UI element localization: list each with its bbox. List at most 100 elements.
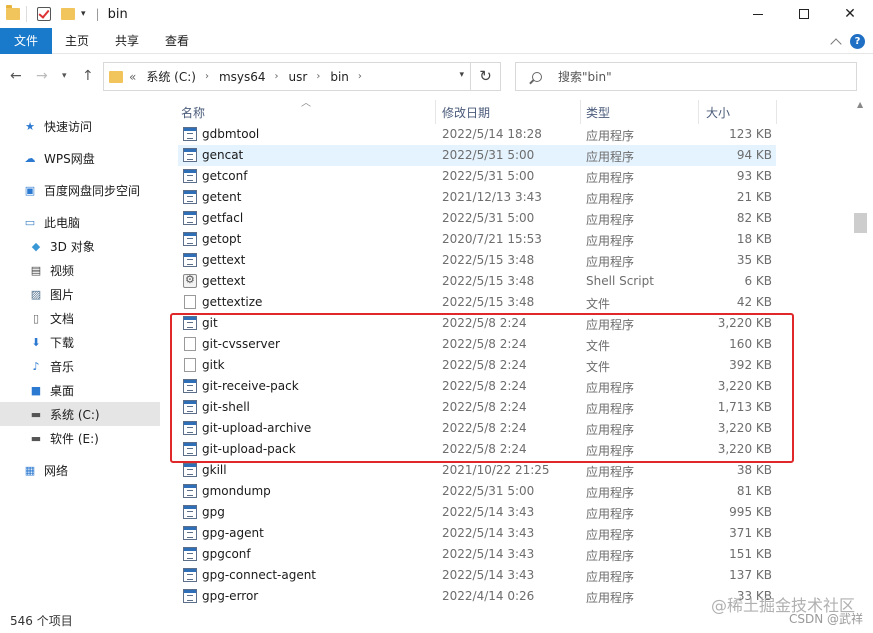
divider — [26, 6, 27, 22]
table-row[interactable]: git-receive-pack 2022/5/8 2:24 应用程序 3,220 K… — [178, 376, 776, 397]
navigation-bar: ← → ▾ ↑ « 系统 (C:) › msys64 › usr › bin ›… — [0, 56, 873, 96]
close-button[interactable]: ✕ — [827, 0, 873, 28]
file-type: 应用程序 — [586, 423, 635, 437]
search-box[interactable]: 搜索"bin" — [515, 62, 857, 91]
table-row[interactable]: getent 2021/12/13 3:43 应用程序 21 KB — [178, 187, 776, 208]
column-divider[interactable] — [698, 100, 699, 124]
address-dropdown-chevron-icon[interactable]: ▾ — [459, 70, 464, 80]
sidebar-item-label: 百度网盘同步空间 — [44, 183, 141, 198]
file-date: 2022/5/8 2:24 — [442, 442, 527, 456]
sidebar-item-downloads[interactable]: ⬇ 下载 — [0, 330, 160, 354]
table-row[interactable]: git-shell 2022/5/8 2:24 应用程序 1,713 KB — [178, 397, 776, 418]
sidebar-item-software-e[interactable]: ▬ 软件 (E:) — [0, 426, 160, 450]
sidebar-item-quick-access[interactable]: ★ 快速访问 — [0, 114, 160, 138]
sidebar-item-documents[interactable]: ▯ 文档 — [0, 306, 160, 330]
sidebar-item-baidu-sync[interactable]: ▣ 百度网盘同步空间 — [0, 178, 160, 202]
back-arrow-icon[interactable]: ← — [10, 68, 22, 84]
file-name: gpg — [202, 505, 225, 519]
table-row[interactable]: gpgconf 2022/5/14 3:43 应用程序 151 KB — [178, 544, 776, 565]
forward-arrow-icon[interactable]: → — [36, 68, 48, 84]
table-row[interactable]: gettextize 2022/5/15 3:48 文件 42 KB — [178, 292, 776, 313]
file-date: 2022/5/15 3:48 — [442, 295, 535, 309]
file-name: gmondump — [202, 484, 271, 498]
column-type[interactable]: 类型 — [586, 104, 610, 121]
customize-toolbar-chevron-down-icon[interactable]: ▾ — [81, 9, 86, 19]
column-divider[interactable] — [435, 100, 436, 124]
application-icon — [183, 127, 197, 141]
table-row[interactable]: getconf 2022/5/31 5:00 应用程序 93 KB — [178, 166, 776, 187]
breadcrumb-msys64[interactable]: msys64 — [219, 70, 266, 84]
table-row[interactable]: getfacl 2022/5/31 5:00 应用程序 82 KB — [178, 208, 776, 229]
table-row[interactable]: gpg 2022/5/14 3:43 应用程序 995 KB — [178, 502, 776, 523]
scrollbar-thumb[interactable] — [854, 213, 867, 233]
sidebar-item-system-c[interactable]: ▬ 系统 (C:) — [0, 402, 160, 426]
refresh-icon[interactable]: ↻ — [470, 63, 500, 90]
tab-home[interactable]: 主页 — [52, 28, 102, 54]
chevron-right-icon[interactable]: › — [275, 71, 279, 82]
vertical-scrollbar[interactable]: ▲ — [852, 98, 869, 603]
column-name[interactable]: 名称 — [181, 104, 205, 121]
sidebar-item-desktop[interactable]: ■ 桌面 — [0, 378, 160, 402]
table-row[interactable]: gettext 2022/5/15 3:48 Shell Script 6 KB — [178, 271, 776, 292]
table-row[interactable]: gkill 2021/10/22 21:25 应用程序 38 KB — [178, 460, 776, 481]
file-date: 2022/5/31 5:00 — [442, 211, 535, 225]
table-row[interactable]: git 2022/5/8 2:24 应用程序 3,220 KB — [178, 313, 776, 334]
table-row[interactable]: getopt 2020/7/21 15:53 应用程序 18 KB — [178, 229, 776, 250]
address-bar[interactable]: « 系统 (C:) › msys64 › usr › bin › ▾ ↻ — [103, 62, 501, 91]
recent-locations-chevron-icon[interactable]: ▾ — [62, 71, 67, 81]
table-row[interactable]: git-cvsserver 2022/5/8 2:24 文件 160 KB — [178, 334, 776, 355]
table-row[interactable]: gdbmtool 2022/5/14 18:28 应用程序 123 KB — [178, 124, 776, 145]
sidebar-item-label: 此电脑 — [44, 215, 81, 230]
application-icon — [183, 190, 197, 204]
help-icon[interactable]: ? — [850, 34, 865, 49]
chevron-right-icon[interactable]: › — [358, 71, 362, 82]
column-date[interactable]: 修改日期 — [442, 104, 490, 121]
column-divider[interactable] — [776, 100, 777, 124]
properties-icon[interactable] — [37, 7, 51, 21]
table-row[interactable]: git-upload-pack 2022/5/8 2:24 应用程序 3,220 KB — [178, 439, 776, 460]
breadcrumb-usr[interactable]: usr — [289, 70, 308, 84]
breadcrumb-drive[interactable]: 系统 (C:) — [146, 68, 196, 85]
column-size[interactable]: 大小 — [706, 104, 730, 121]
tab-view[interactable]: 查看 — [152, 28, 202, 54]
table-row[interactable]: git-upload-archive 2022/5/8 2:24 应用程序 3,220… — [178, 418, 776, 439]
sidebar-item-music[interactable]: ♪ 音乐 — [0, 354, 160, 378]
column-divider[interactable] — [580, 100, 581, 124]
table-row[interactable]: gpg-error 2022/4/14 0:26 应用程序 33 KB — [178, 586, 776, 604]
sidebar-item-3d-objects[interactable]: ◆ 3D 对象 — [0, 234, 160, 258]
minimize-button[interactable] — [735, 0, 781, 28]
sidebar-item-label: 网络 — [44, 463, 69, 478]
chevron-right-icon[interactable]: › — [205, 71, 209, 82]
file-name: gpg-error — [202, 589, 259, 603]
table-row[interactable]: gpg-connect-agent 2022/5/14 3:43 应用程序 137 K… — [178, 565, 776, 586]
tab-share[interactable]: 共享 — [102, 28, 152, 54]
tab-file[interactable]: 文件 — [0, 27, 53, 54]
sidebar-item-videos[interactable]: ▤ 视频 — [0, 258, 160, 282]
file-name: git-shell — [202, 400, 250, 414]
table-row[interactable]: gettext 2022/5/15 3:48 应用程序 35 KB — [178, 250, 776, 271]
breadcrumb-bin[interactable]: bin — [330, 70, 349, 84]
sidebar-item-this-pc[interactable]: ▭ 此电脑 — [0, 210, 160, 234]
sidebar-item-network[interactable]: ▦ 网络 — [0, 458, 160, 482]
file-name: gettext — [202, 274, 246, 288]
file-date: 2022/5/8 2:24 — [442, 316, 527, 330]
file-type: 应用程序 — [586, 549, 635, 563]
file-name: getent — [202, 190, 242, 204]
scroll-up-icon[interactable]: ▲ — [857, 100, 863, 109]
table-row[interactable]: gpg-agent 2022/5/14 3:43 应用程序 371 KB — [178, 523, 776, 544]
new-folder-icon[interactable] — [61, 8, 75, 20]
sidebar-item-wps-cloud[interactable]: ☁ WPS网盘 — [0, 146, 160, 170]
folder-icon[interactable] — [6, 5, 20, 20]
up-arrow-icon[interactable]: ↑ — [82, 68, 94, 84]
sidebar-item-pictures[interactable]: ▨ 图片 — [0, 282, 160, 306]
search-placeholder: 搜索"bin" — [558, 70, 612, 84]
file-type: 应用程序 — [586, 381, 635, 395]
sidebar-item-label: 下载 — [50, 335, 75, 350]
table-row[interactable]: gmondump 2022/5/31 5:00 应用程序 81 KB — [178, 481, 776, 502]
chevron-right-icon[interactable]: › — [316, 71, 320, 82]
table-row[interactable]: gencat 2022/5/31 5:00 应用程序 94 KB — [178, 145, 776, 166]
table-row[interactable]: gitk 2022/5/8 2:24 文件 392 KB — [178, 355, 776, 376]
breadcrumb-overflow[interactable]: « — [129, 70, 136, 84]
expand-ribbon-chevron-icon[interactable] — [830, 37, 842, 50]
maximize-button[interactable] — [781, 0, 827, 28]
